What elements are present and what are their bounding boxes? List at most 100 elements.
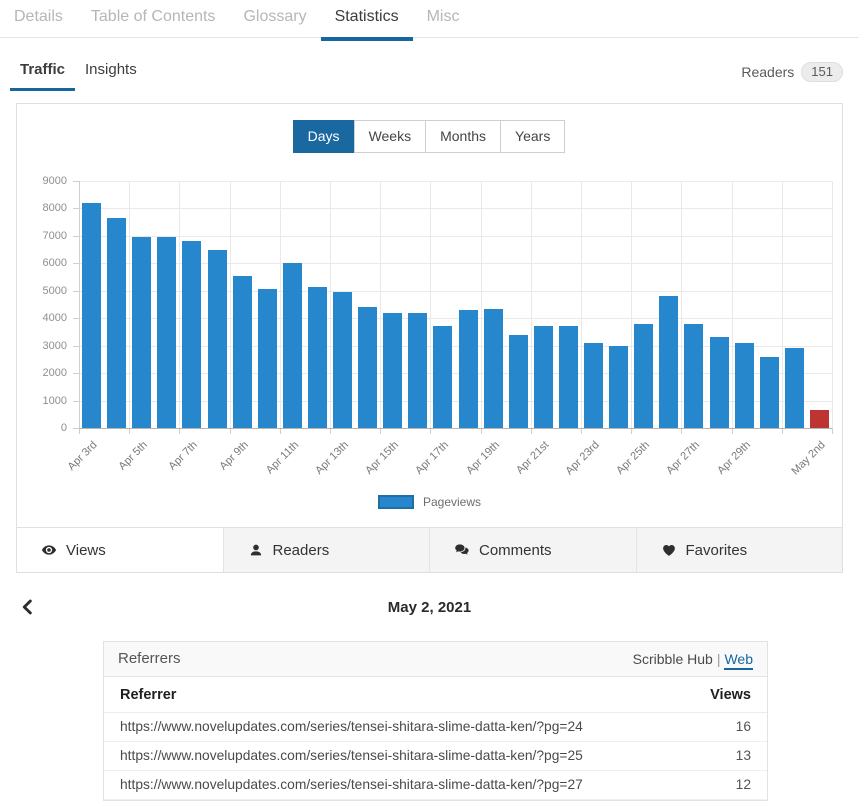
chart-bar-apr-11th[interactable] [283,263,302,428]
chart-bar-apr-25th[interactable] [634,324,653,428]
chart-bar-apr-6th[interactable] [157,237,176,428]
y-axis-label: 6000 [17,257,67,269]
chart-bar-apr-5th[interactable] [132,237,151,428]
period-button-days[interactable]: Days [293,120,355,153]
gridline-h [79,181,832,182]
x-axis-label: Apr 9th [217,439,251,473]
y-axis-label: 8000 [17,202,67,214]
metric-tab-label: Comments [479,542,552,559]
period-button-weeks[interactable]: Weeks [354,120,427,153]
metric-tab-favorites[interactable]: Favorites [636,528,843,572]
y-axis-label: 7000 [17,230,67,242]
gridline-h [79,208,832,209]
chart-bar-may-1st[interactable] [785,348,804,428]
period-button-months[interactable]: Months [425,120,501,153]
chart-bar-apr-28th[interactable] [710,337,729,428]
chart-bar-apr-17th[interactable] [433,326,452,428]
referrers-panel: Referrers Scribble Hub|Web Referrer View… [103,641,768,801]
chart-bar-apr-30th[interactable] [760,357,779,428]
chart-bar-apr-18th[interactable] [459,310,478,428]
x-axis-label: Apr 3rd [66,439,100,473]
column-header-views: Views [682,677,767,713]
metric-tab-comments[interactable]: Comments [429,528,636,572]
chart-bar-apr-12th[interactable] [308,287,327,428]
chart-bar-apr-24th[interactable] [609,346,628,428]
chart-bar-apr-15th[interactable] [383,313,402,428]
previous-day-button[interactable] [19,596,41,620]
metric-tab-views[interactable]: Views [17,528,223,572]
y-axis-label: 3000 [17,340,67,352]
chart-bar-apr-21st[interactable] [534,326,553,428]
tab-statistics[interactable]: Statistics [321,0,413,37]
chart-bar-apr-29th[interactable] [735,343,754,428]
subtab-traffic[interactable]: Traffic [10,61,75,91]
referrers-table: Referrer Views https://www.novelupdates.… [104,677,767,800]
gridline-v [782,181,783,428]
x-axis-label: Apr 21st [514,439,551,476]
source-web-link[interactable]: Web [724,651,753,670]
comments-icon [454,542,470,558]
tab-misc[interactable]: Misc [413,0,474,37]
x-axis-label: Apr 15th [363,439,401,477]
readers-label: Readers [741,64,794,80]
chart-bar-apr-20th[interactable] [509,335,528,428]
source-scribblehub-link[interactable]: Scribble Hub [633,651,713,667]
chart-bar-apr-3rd[interactable] [82,203,101,428]
gridline-v [832,181,833,428]
tab-glossary[interactable]: Glossary [229,0,320,37]
gridline-v [681,181,682,428]
chart-bar-apr-19th[interactable] [484,309,503,428]
chart-bar-apr-27th[interactable] [684,324,703,428]
referrer-views: 16 [682,713,767,742]
chart-bar-apr-16th[interactable] [408,313,427,428]
gridline-v [732,181,733,428]
chart-bar-apr-10th[interactable] [258,289,277,428]
chevron-left-icon [19,596,36,618]
x-axis-line [79,428,832,429]
gridline-v [129,181,130,428]
y-axis-label: 4000 [17,312,67,324]
period-button-years[interactable]: Years [500,120,565,153]
top-nav: DetailsTable of ContentsGlossaryStatisti… [0,0,859,38]
referrer-url: https://www.novelupdates.com/series/tens… [104,713,682,742]
gridline-v [581,181,582,428]
chart-bar-apr-8th[interactable] [208,250,227,428]
referrers-title: Referrers [118,650,181,667]
x-axis-label: May 2nd [790,439,828,477]
chart-bar-apr-4th[interactable] [107,218,126,428]
x-axis-label: Apr 11th [264,439,301,476]
x-axis-label: Apr 23rd [564,439,602,477]
stats-subnav: TrafficInsights Readers 151 [10,61,843,91]
chart-bar-apr-13th[interactable] [333,292,352,428]
gridline-v [330,181,331,428]
referrer-row: https://www.novelupdates.com/series/tens… [104,771,767,800]
x-axis-label: Apr 25th [614,439,652,477]
chart-bar-apr-23rd[interactable] [584,343,603,428]
selected-date: May 2, 2021 [0,594,859,622]
gridline-h [79,236,832,237]
traffic-chart-panel: DaysWeeksMonthsYears 0100020003000400050… [16,103,843,573]
metric-tabs: Views Readers Comments Favorites [17,527,842,572]
metric-tab-label: Views [66,542,106,559]
referrer-row: https://www.novelupdates.com/series/tens… [104,713,767,742]
chart-bar-apr-22nd[interactable] [559,326,578,428]
y-axis-label: 1000 [17,395,67,407]
referrer-views: 12 [682,771,767,800]
referrers-table-body: https://www.novelupdates.com/series/tens… [104,713,767,800]
referrers-header: Referrers Scribble Hub|Web [104,642,767,677]
chart-bar-apr-26th[interactable] [659,296,678,428]
chart-bar-apr-14th[interactable] [358,307,377,428]
subtab-insights[interactable]: Insights [75,61,147,91]
gridline-v [280,181,281,428]
metric-tab-readers[interactable]: Readers [223,528,430,572]
chart-bar-may-2nd[interactable] [810,410,829,428]
y-axis-label: 9000 [17,175,67,187]
chart-bar-apr-9th[interactable] [233,276,252,428]
y-axis-label: 2000 [17,367,67,379]
chart-legend: Pageviews [17,495,842,509]
chart-bar-apr-7th[interactable] [182,241,201,428]
tab-table-of-contents[interactable]: Table of Contents [77,0,230,37]
referrer-url: https://www.novelupdates.com/series/tens… [104,771,682,800]
tab-details[interactable]: Details [0,0,77,37]
user-icon [248,542,264,558]
